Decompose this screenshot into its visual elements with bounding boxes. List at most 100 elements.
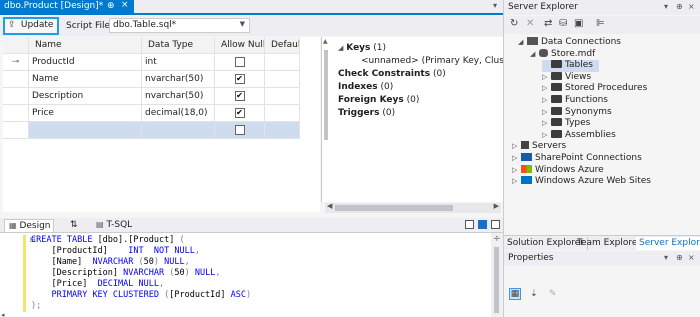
default-value-cell[interactable]: [265, 105, 300, 121]
expand-arrow-icon[interactable]: ◢: [530, 50, 539, 58]
table-row[interactable]: ⊸ ProductId int: [3, 54, 300, 71]
allow-nulls-checkbox[interactable]: [234, 57, 245, 67]
column-header-allow-nulls[interactable]: Allow Nulls: [215, 37, 265, 53]
row-selector[interactable]: [3, 105, 29, 121]
table-row[interactable]: Price decimal(18,0) ✔: [3, 105, 300, 122]
foreign-keys-node[interactable]: Foreign Keys (0): [338, 95, 419, 105]
close-icon[interactable]: ×: [121, 0, 129, 10]
table-row[interactable]: Name nvarchar(50) ✔: [3, 71, 300, 88]
tree-node-sharepoint-connections[interactable]: ▷ SharePoint Connections: [512, 153, 642, 165]
collapse-pane-icon[interactable]: [491, 220, 500, 229]
scrollbar-thumb[interactable]: [335, 205, 453, 211]
expand-arrow-icon[interactable]: ▷: [542, 84, 551, 92]
default-value-cell[interactable]: [265, 71, 300, 87]
table-row[interactable]: Description nvarchar(50) ✔: [3, 88, 300, 105]
allow-nulls-checkbox[interactable]: ✔: [234, 108, 245, 118]
script-file-select[interactable]: dbo.Table.sql* ▼: [109, 18, 250, 33]
column-name-cell[interactable]: Description: [29, 88, 142, 104]
update-button[interactable]: ⇪ Update: [3, 17, 59, 35]
column-header-default[interactable]: Default: [265, 37, 300, 53]
allow-nulls-checkbox[interactable]: [234, 125, 245, 135]
code-line[interactable]: [Description] NVARCHAR (50) NULL,: [31, 268, 251, 279]
close-icon[interactable]: ×: [688, 253, 695, 262]
table-row[interactable]: [3, 122, 300, 139]
data-type-cell[interactable]: int: [142, 54, 215, 70]
expand-arrow-icon[interactable]: ▷: [542, 108, 551, 116]
tree-node-windows-azure-web-sites[interactable]: ▷ Windows Azure Web Sites: [512, 176, 651, 188]
scrollbar-thumb[interactable]: [324, 50, 328, 140]
check-constraints-node[interactable]: Check Constraints (0): [338, 69, 446, 79]
code-line[interactable]: [Price] DECIMAL NULL,: [31, 279, 251, 290]
tab-tsql[interactable]: ▤ T-SQL: [92, 219, 136, 232]
code-line[interactable]: PRIMARY KEY CLUSTERED ([ProductId] ASC): [31, 290, 251, 301]
sql-code[interactable]: CREATE TABLE [dbo].[Product] ( [ProductI…: [31, 235, 251, 312]
expand-arrow-icon[interactable]: ▷: [542, 119, 551, 127]
expand-arrow-icon[interactable]: ◢: [518, 38, 527, 46]
editor-vertical-scrollbar[interactable]: ÷: [491, 233, 503, 317]
add-connection-icon[interactable]: ⇄: [544, 18, 552, 29]
expand-arrow-icon[interactable]: ▷: [512, 166, 521, 174]
chevron-down-icon[interactable]: ▾: [664, 253, 668, 262]
zoom-control[interactable]: ◂: [1, 311, 5, 317]
default-value-cell[interactable]: [265, 54, 300, 70]
alphabetical-icon[interactable]: ⇣: [528, 289, 540, 301]
categorized-icon[interactable]: ▦: [509, 288, 521, 300]
tab-server-explorer[interactable]: Server Explorer: [636, 237, 700, 250]
pin-icon[interactable]: ⊕: [107, 1, 115, 11]
default-value-cell[interactable]: [265, 122, 300, 138]
code-line[interactable]: [ProductId] INT NOT NULL,: [31, 246, 251, 257]
tree-node-tables[interactable]: Tables: [542, 60, 599, 73]
triggers-node[interactable]: Triggers (0): [338, 108, 395, 118]
default-value-cell[interactable]: [265, 88, 300, 104]
split-icon[interactable]: ÷: [493, 234, 501, 244]
azure-portal-icon[interactable]: ⊫: [596, 18, 605, 29]
tree-node-assemblies[interactable]: ▷ Assemblies: [542, 129, 616, 142]
data-type-cell[interactable]: nvarchar(50): [142, 88, 215, 104]
document-list-dropdown-icon[interactable]: ▾: [493, 1, 497, 10]
tsql-editor[interactable]: ⊟ CREATE TABLE [dbo].[Product] ( [Produc…: [0, 232, 503, 317]
refresh-icon[interactable]: ↻: [510, 18, 518, 29]
expand-arrow-icon[interactable]: ▷: [512, 142, 521, 150]
tree-node-types[interactable]: ▷ Types: [542, 118, 590, 130]
allow-nulls-checkbox[interactable]: ✔: [234, 91, 245, 101]
primary-key-icon[interactable]: ⊸: [3, 54, 29, 70]
tree-node-data-connections[interactable]: ◢ Data Connections: [518, 37, 621, 49]
scroll-up-icon[interactable]: ▲: [323, 38, 328, 45]
column-name-cell[interactable]: Price: [29, 105, 142, 121]
pin-icon[interactable]: ⊕: [676, 253, 683, 262]
stop-icon[interactable]: ✕: [526, 18, 534, 29]
code-line[interactable]: CREATE TABLE [dbo].[Product] (: [31, 235, 251, 246]
keys-node[interactable]: ◢ Keys (1): [338, 43, 386, 53]
document-tab-product-design[interactable]: dbo.Product [Design]* ⊕ ×: [0, 0, 134, 15]
code-line[interactable]: [Name] NVARCHAR (50) NULL,: [31, 257, 251, 268]
column-name-cell[interactable]: [29, 122, 142, 138]
expand-arrow-icon[interactable]: ▷: [542, 96, 551, 104]
expand-arrow-icon[interactable]: ▷: [542, 73, 551, 81]
scroll-right-icon[interactable]: ▶: [494, 202, 499, 210]
expand-arrow-icon[interactable]: ▷: [512, 177, 521, 185]
pin-icon[interactable]: ⊕: [676, 2, 683, 11]
properties-horizontal-scrollbar[interactable]: ◀ ▶: [325, 202, 501, 213]
horizontal-split-icon[interactable]: [465, 220, 475, 229]
tree-node-stored-procedures[interactable]: ▷ Stored Procedures: [542, 83, 647, 95]
row-selector[interactable]: [3, 88, 29, 104]
row-selector[interactable]: [3, 71, 29, 87]
expand-arrow-icon[interactable]: ▷: [542, 131, 551, 139]
vertical-split-icon[interactable]: [478, 220, 488, 229]
data-type-cell[interactable]: [142, 122, 215, 138]
properties-vertical-scrollbar[interactable]: ▲: [323, 38, 329, 201]
tree-node-views[interactable]: ▷ Views: [542, 71, 591, 84]
tree-node-functions[interactable]: ▷ Functions: [542, 95, 608, 107]
tree-node-windows-azure[interactable]: ▷ Windows Azure: [512, 164, 604, 177]
data-type-cell[interactable]: decimal(18,0): [142, 105, 215, 121]
code-line[interactable]: );: [31, 301, 251, 312]
column-header-name[interactable]: Name: [29, 37, 142, 53]
row-selector[interactable]: [3, 122, 29, 138]
column-header-data-type[interactable]: Data Type: [142, 37, 215, 53]
scrollbar-thumb[interactable]: [494, 247, 499, 313]
connect-database-icon[interactable]: ⛁: [559, 18, 567, 29]
chevron-down-icon[interactable]: ▾: [664, 2, 668, 11]
column-name-cell[interactable]: Name: [29, 71, 142, 87]
property-pages-icon[interactable]: ✎: [547, 289, 559, 301]
tree-node-servers[interactable]: ▷ Servers: [512, 141, 566, 153]
